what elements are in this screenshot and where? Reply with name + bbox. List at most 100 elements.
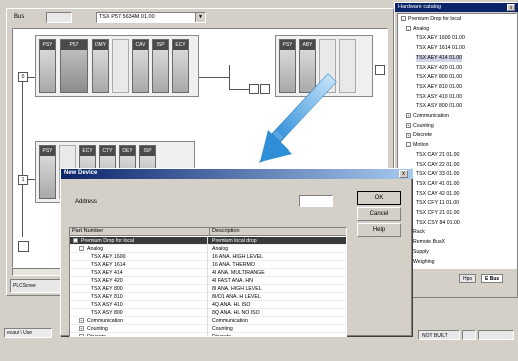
catalog-tree-item[interactable]: TSX AEY 800 01.00 bbox=[416, 74, 462, 81]
collapse-icon[interactable]: - bbox=[406, 25, 411, 31]
catalog-tree-item[interactable]: TSX CAY 22 01.00 bbox=[416, 162, 459, 169]
part-number-cell: TSX AEY 414 bbox=[91, 270, 123, 276]
catalog-tree-item[interactable]: TSX AEY 810 01.00 bbox=[416, 84, 462, 91]
catalog-tree-item[interactable]: - Premium Drop for local bbox=[401, 16, 461, 23]
catalog-tree-item-label: TSX CAY 22 01.00 bbox=[416, 161, 460, 168]
rack-0[interactable]: PSY P57 DMY CAV ISP ECY bbox=[35, 35, 199, 97]
catalog-tree-item[interactable]: TSX AEY 420 01.00 bbox=[416, 65, 462, 72]
table-row[interactable]: TSX AEY 810 8I/O1 ANA. H LEVEL bbox=[70, 293, 346, 301]
cancel-button[interactable]: Cancel bbox=[357, 207, 401, 221]
chevron-down-icon[interactable]: ▼ bbox=[195, 13, 205, 22]
table-row[interactable]: TSX AEY 420 4I FAST ANA. HN bbox=[70, 277, 346, 285]
rack-module[interactable]: ECY bbox=[172, 39, 189, 93]
catalog-tree-item-label: TSX AEY 414 01.00 bbox=[416, 54, 463, 61]
device-grid[interactable]: Part Number Description - Premium Drop fo… bbox=[69, 227, 347, 337]
rack-module[interactable]: DMY bbox=[92, 39, 109, 93]
empty-slot[interactable] bbox=[112, 39, 129, 93]
description-cell: Analog bbox=[212, 246, 229, 252]
catalog-tree-item[interactable]: TSX CAY 42 01.00 bbox=[416, 191, 459, 198]
expand-icon[interactable]: + bbox=[406, 122, 411, 128]
catalog-tree-item-label: TSX AEY 810 01.00 bbox=[416, 83, 463, 90]
part-number-cell: Premium Drop for local bbox=[81, 238, 135, 244]
catalog-tree-item[interactable]: TSX CAY 21 01.00 bbox=[416, 152, 459, 159]
description-cell: 8I/O1 ANA. H LEVEL bbox=[212, 294, 261, 300]
rack-module[interactable]: ISP bbox=[152, 39, 169, 93]
rack-module[interactable]: CAV bbox=[132, 39, 149, 93]
catalog-tree[interactable]: - Premium Drop for local - Analog TSX AEY 16… bbox=[397, 13, 517, 269]
rack-module-processor[interactable]: P57 bbox=[60, 39, 88, 93]
empty-slot[interactable] bbox=[339, 39, 356, 93]
address-input[interactable] bbox=[299, 195, 333, 207]
collapse-icon[interactable]: - bbox=[73, 238, 78, 244]
tab-e-bus[interactable]: E Bus bbox=[481, 274, 504, 283]
processor-select[interactable]: TSX P57 5634M 01.00 ▼ bbox=[96, 12, 206, 23]
collapse-icon[interactable]: - bbox=[406, 142, 411, 148]
part-number-cell: TSX AEY 1614 bbox=[91, 262, 126, 268]
collapse-icon[interactable]: - bbox=[79, 246, 84, 252]
bus-end-connector[interactable] bbox=[18, 241, 29, 252]
catalog-tree-item-label: TSX AEY 420 01.00 bbox=[416, 64, 463, 71]
bus-connector[interactable]: 0 bbox=[18, 72, 28, 82]
collapse-icon[interactable]: - bbox=[401, 16, 406, 22]
catalog-tree-item-label: Remote BusX bbox=[413, 239, 446, 246]
expand-icon[interactable]: + bbox=[79, 318, 84, 324]
status-tab[interactable]: ecaui \ Use bbox=[4, 328, 52, 338]
tab-hpo[interactable]: Hpo bbox=[459, 274, 477, 283]
expand-icon[interactable]: + bbox=[79, 326, 84, 332]
build-status: NOT BUILT bbox=[418, 330, 460, 340]
column-header-part-number[interactable]: Part Number bbox=[70, 228, 210, 236]
close-icon[interactable]: x bbox=[507, 4, 515, 11]
catalog-tree-item[interactable]: + Counting bbox=[406, 123, 434, 130]
catalog-tabs: Hpo E Bus bbox=[397, 271, 517, 285]
column-header-description[interactable]: Description bbox=[210, 228, 346, 236]
catalog-tree-item[interactable]: + Communication bbox=[406, 113, 449, 120]
bus-connector[interactable] bbox=[375, 65, 385, 75]
catalog-tree-item-label: Supply bbox=[413, 248, 429, 255]
description-cell: 4I FAST ANA. HN bbox=[212, 278, 253, 284]
bus-number-field[interactable] bbox=[46, 12, 72, 23]
ok-button[interactable]: OK bbox=[357, 191, 401, 205]
help-button[interactable]: Help bbox=[357, 223, 401, 237]
expand-icon[interactable]: + bbox=[406, 132, 411, 138]
drag-arrow-icon bbox=[259, 73, 337, 163]
expand-icon[interactable]: + bbox=[406, 113, 411, 119]
table-row[interactable]: TSX AEY 1600 16 ANA. HIGH LEVEL bbox=[70, 253, 346, 261]
table-row[interactable]: + Counting Counting bbox=[70, 325, 346, 333]
description-cell: 16 ANA. THERMO bbox=[212, 262, 255, 268]
table-row[interactable]: TSX ASY 800 8Q ANA. HL NO ISO bbox=[70, 309, 346, 317]
catalog-tree-item[interactable]: TSX CFY 11 01.00 bbox=[416, 200, 459, 207]
description-cell: 8I ANA. HIGH LEVEL bbox=[212, 286, 262, 292]
catalog-tree-item[interactable]: TSX CAY 41 01.00 bbox=[416, 181, 459, 188]
catalog-tree-item[interactable]: TSX AEY 1614 01.00 bbox=[416, 45, 465, 52]
catalog-tree-item[interactable]: TSX CSY 84 01.00 bbox=[416, 220, 460, 227]
table-row[interactable]: TSX AEY 414 4I ANA. MULTIRANGE bbox=[70, 269, 346, 277]
catalog-tree-item[interactable]: TSX AEY 414 01.00 bbox=[416, 54, 463, 62]
table-row[interactable]: TSX AEY 800 8I ANA. HIGH LEVEL bbox=[70, 285, 346, 293]
catalog-tree-item[interactable]: TSX CFY 21 01.00 bbox=[416, 210, 459, 217]
expand-icon[interactable]: + bbox=[79, 334, 84, 336]
catalog-tree-item[interactable]: TSX ASY 410 01.00 bbox=[416, 94, 462, 101]
catalog-tree-item-label: TSX CAY 41 01.00 bbox=[416, 180, 460, 187]
catalog-tree-item[interactable]: TSX ASY 800 01.00 bbox=[416, 103, 462, 110]
table-row[interactable]: + Discrete Discrete bbox=[70, 333, 346, 337]
rack-module[interactable]: PSY bbox=[39, 145, 56, 199]
grid-header: Part Number Description bbox=[70, 228, 346, 236]
table-row[interactable]: + Communication Communication bbox=[70, 317, 346, 325]
catalog-tree-item[interactable]: - Analog bbox=[406, 26, 429, 33]
part-number-cell: Communication bbox=[87, 318, 124, 324]
table-row[interactable]: - Premium Drop for local Premium local dro… bbox=[70, 237, 346, 245]
bus-wire bbox=[199, 77, 229, 78]
part-number-cell: TSX ASY 410 bbox=[91, 302, 123, 308]
close-icon[interactable]: x bbox=[399, 170, 408, 178]
description-cell: Discrete bbox=[212, 334, 232, 337]
catalog-tree-item[interactable]: TSX AEY 1600 01.00 bbox=[416, 35, 465, 42]
bus-connector[interactable]: 1 bbox=[18, 175, 28, 185]
table-row[interactable]: TSX AEY 1614 16 ANA. THERMO bbox=[70, 261, 346, 269]
catalog-tree-item[interactable]: + Discrete bbox=[406, 132, 432, 139]
table-row[interactable]: TSX ASY 410 4Q ANA. HL ISO bbox=[70, 301, 346, 309]
rack-module[interactable]: PSY bbox=[39, 39, 56, 93]
catalog-tree-item[interactable]: - Motion bbox=[406, 142, 429, 149]
catalog-tree-item[interactable]: TSX CAY 33 01.00 bbox=[416, 171, 459, 178]
table-row[interactable]: - Analog Analog bbox=[70, 245, 346, 253]
catalog-title: Hardware catalog bbox=[395, 3, 518, 12]
